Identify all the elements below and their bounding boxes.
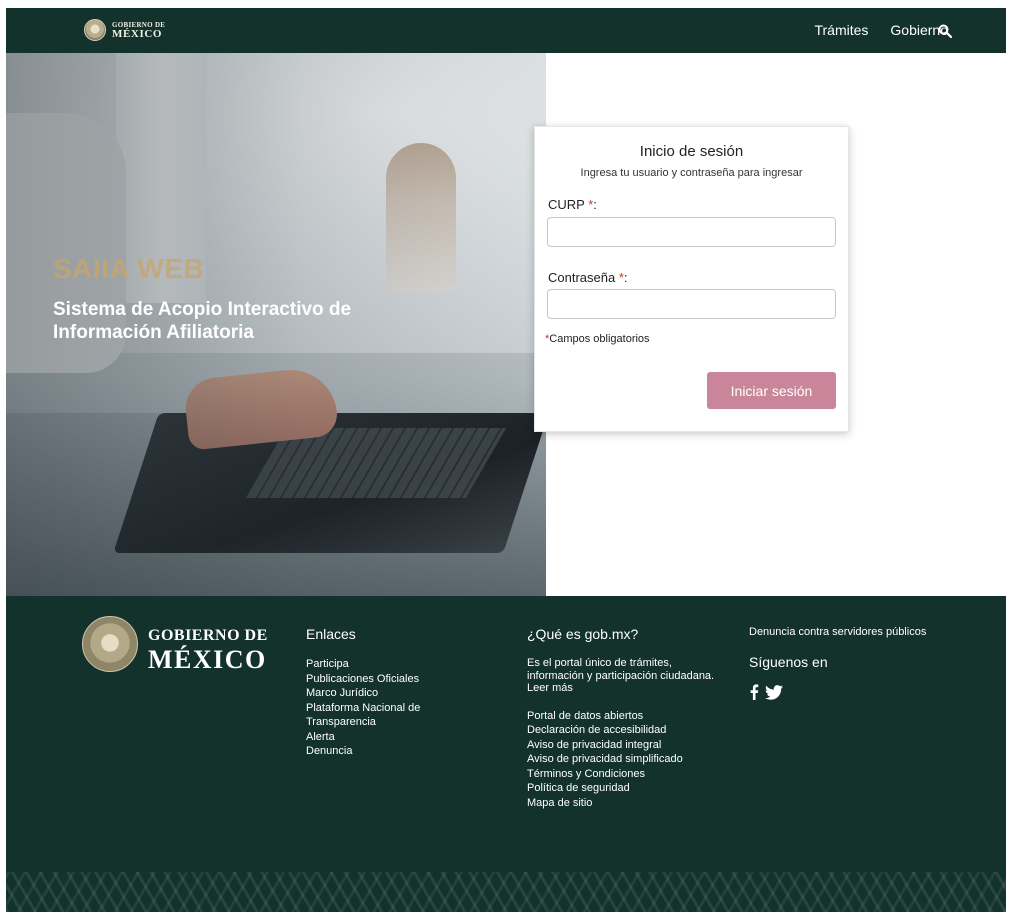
footer-link-seguridad[interactable]: Política de seguridad <box>527 781 737 796</box>
top-navbar: GOBIERNO DE MÉXICO Trámites Gobierno <box>6 8 1006 53</box>
required-fields-note: *Campos obligatorios <box>545 333 650 345</box>
footer-link-mapa[interactable]: Mapa de sitio <box>527 796 737 811</box>
national-seal-icon <box>84 19 106 41</box>
siguenos-heading: Síguenos en <box>749 654 828 670</box>
footer-link-terminos[interactable]: Términos y Condiciones <box>527 767 737 782</box>
hero-subtitle: Sistema de Acopio Interactivo de Informa… <box>53 299 352 343</box>
national-seal-icon <box>82 616 138 672</box>
login-subtitle: Ingresa tu usuario y contraseña para ing… <box>580 167 803 179</box>
twitter-icon[interactable] <box>765 684 783 700</box>
footer-link-participa[interactable]: Participa <box>306 657 496 672</box>
nav-tramites[interactable]: Trámites <box>814 22 868 38</box>
login-title: Inicio de sesión <box>639 143 744 160</box>
search-icon[interactable] <box>938 24 952 38</box>
password-label: Contraseña *: <box>548 270 628 285</box>
curp-input[interactable] <box>547 217 836 247</box>
about-heading: ¿Qué es gob.mx? <box>527 626 639 642</box>
footer-link-datos-abiertos[interactable]: Portal de datos abiertos <box>527 709 737 724</box>
footer-link-privacidad-simplificado[interactable]: Aviso de privacidad simplificado <box>527 752 737 767</box>
curp-label: CURP *: <box>548 197 597 212</box>
hero-title: SAIIA WEB <box>53 253 205 284</box>
footer-about-column: ¿Qué es gob.mx? Es el portal único de tr… <box>527 626 737 810</box>
brand-line2: MÉXICO <box>112 28 163 40</box>
main-nav: Trámites Gobierno <box>814 22 948 38</box>
header-logo[interactable]: GOBIERNO DE MÉXICO <box>84 19 165 41</box>
footer-links-column: Enlaces Participa Publicaciones Oficiale… <box>306 626 496 759</box>
footer-link-transparencia[interactable]: Plataforma Nacional de Transparencia <box>306 701 456 730</box>
footer-link-publicaciones[interactable]: Publicaciones Oficiales <box>306 672 496 687</box>
social-links <box>749 684 989 700</box>
footer-logo[interactable]: GOBIERNO DE MÉXICO <box>148 624 268 673</box>
links-heading: Enlaces <box>306 626 356 642</box>
footer-link-alerta[interactable]: Alerta <box>306 730 496 745</box>
password-input[interactable] <box>547 289 836 319</box>
decorative-pattern <box>6 872 1006 912</box>
denuncia-servidores-link[interactable]: Denuncia contra servidores públicos <box>749 626 989 638</box>
about-text: Es el portal único de trámites, informac… <box>527 657 715 694</box>
facebook-icon[interactable] <box>749 684 759 700</box>
footer-link-accesibilidad[interactable]: Declaración de accesibilidad <box>527 723 737 738</box>
footer-link-denuncia[interactable]: Denuncia <box>306 744 496 759</box>
login-button[interactable]: Iniciar sesión <box>707 372 836 409</box>
hero-banner: SAIIA WEB Sistema de Acopio Interactivo … <box>6 53 546 596</box>
footer: GOBIERNO DE MÉXICO Enlaces Participa Pub… <box>6 596 1006 912</box>
login-card: Inicio de sesión Ingresa tu usuario y co… <box>534 126 849 432</box>
footer-link-marco-juridico[interactable]: Marco Jurídico <box>306 686 496 701</box>
footer-social-column: Denuncia contra servidores públicos Sígu… <box>749 626 989 700</box>
footer-link-privacidad-integral[interactable]: Aviso de privacidad integral <box>527 738 737 753</box>
